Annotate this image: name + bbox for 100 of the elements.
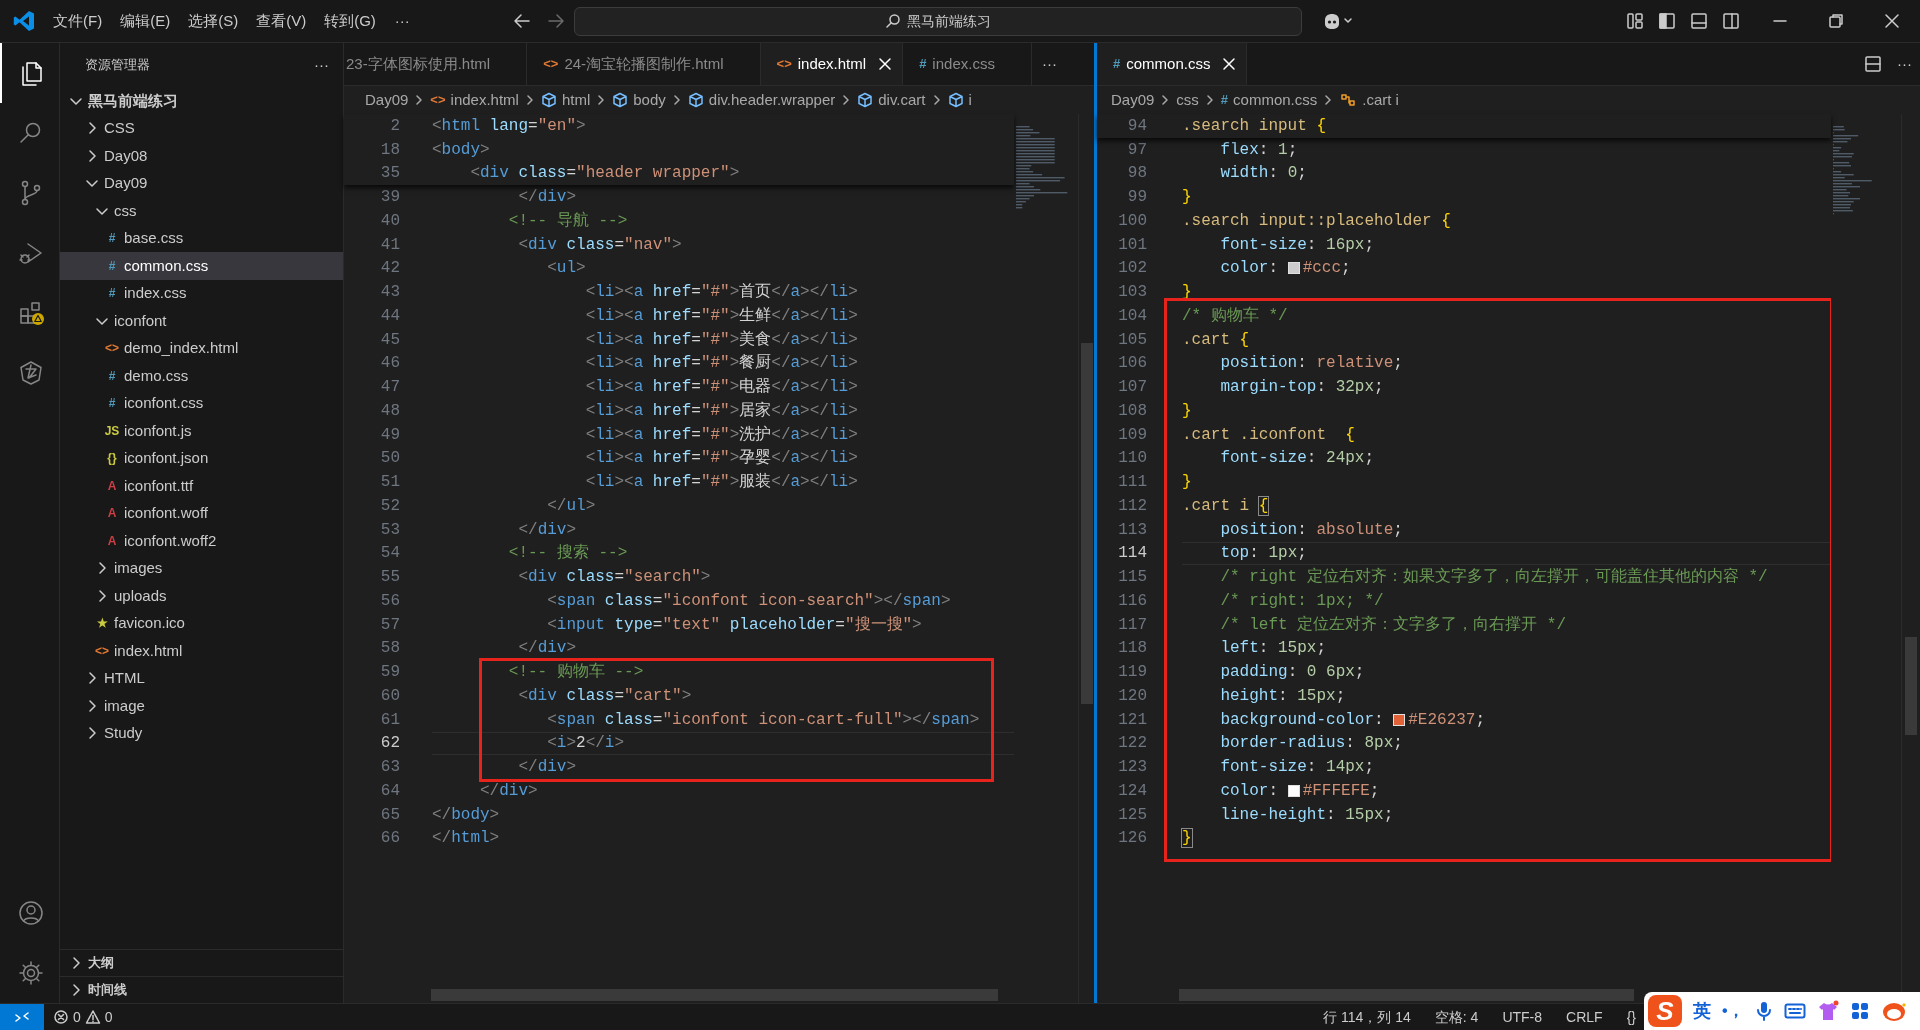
tree-item[interactable]: Day08 (60, 142, 343, 170)
editor-tab[interactable]: <> index.html (760, 43, 904, 85)
code-text: <li><a href="#">孕婴</a></li> (584, 448, 858, 470)
split-editor-icon[interactable] (1863, 54, 1883, 74)
tree-item[interactable]: CSS (60, 114, 343, 142)
tree-item[interactable]: <> index.html (60, 637, 343, 665)
punctuation-button[interactable]: •， (1722, 999, 1744, 1023)
breadcrumb-item[interactable]: Day09 (365, 88, 409, 112)
more-button[interactable]: ··· (1031, 43, 1067, 85)
tree-item[interactable]: # iconfont.css (60, 389, 343, 417)
status-item[interactable]: UTF-8 (1502, 1006, 1543, 1028)
tree-item[interactable]: HTML (60, 664, 343, 692)
tree-item[interactable]: Study (60, 719, 343, 747)
tree-item[interactable]: uploads (60, 582, 343, 610)
breadcrumb-item[interactable]: i (947, 88, 972, 112)
remote-button[interactable] (0, 1004, 44, 1030)
status-item[interactable]: CRLF (1566, 1006, 1603, 1028)
editor-tab[interactable]: <> 24-淘宝轮播图制作.html (527, 43, 761, 85)
tree-item[interactable]: iconfont (60, 307, 343, 335)
breadcrumb-item[interactable]: .cart i (1339, 88, 1399, 112)
tree-item[interactable]: # common.css (60, 252, 343, 280)
line-number: 35 (379, 163, 400, 185)
status-item[interactable]: 空格: 4 (1434, 1006, 1479, 1028)
code-text: } (1182, 400, 1192, 422)
file-type-icon: # (104, 232, 120, 245)
keyboard-icon[interactable] (1783, 1002, 1806, 1020)
tree-item[interactable]: css (60, 197, 343, 225)
maximize-icon (1826, 11, 1846, 31)
forward-arrow-icon[interactable] (545, 11, 566, 31)
tree-item[interactable]: # demo.css (60, 362, 343, 390)
file-type-icon: # (919, 54, 927, 74)
panel-toggle-icon[interactable] (1689, 11, 1709, 31)
tree-item[interactable]: # base.css (60, 224, 343, 252)
color-swatch[interactable] (1287, 262, 1300, 275)
problems-button[interactable]: 0 0 (53, 1006, 113, 1028)
microphone-icon[interactable] (1754, 1000, 1773, 1022)
line-number: 18 (379, 139, 400, 161)
menu-item[interactable]: 编辑(E) (111, 6, 180, 36)
status-item[interactable]: 行 114，列 14 (1323, 1006, 1411, 1028)
tree-item[interactable]: <> demo_index.html (60, 334, 343, 362)
horizontal-scrollbar-thumb[interactable] (431, 989, 998, 1001)
breadcrumb-item[interactable]: Day09 (1111, 88, 1155, 112)
breadcrumb-item[interactable]: div.cart (857, 88, 926, 112)
menu-item[interactable]: 转到(G) (315, 6, 385, 36)
more-button[interactable]: ··· (314, 53, 329, 77)
tree-item[interactable]: A iconfont.ttf (60, 472, 343, 500)
tree-item[interactable]: image (60, 692, 343, 720)
line-number: 98 (1126, 163, 1147, 185)
tree-item[interactable]: ★ favicon.ico (60, 609, 343, 637)
menu-item[interactable]: 查看(V) (247, 6, 316, 36)
line-number: 99 (1126, 187, 1147, 209)
tree-item[interactable]: 黑马前端练习 (60, 87, 343, 115)
ime-logo[interactable]: S (1648, 995, 1682, 1027)
vertical-scrollbar-thumb[interactable] (1905, 637, 1917, 735)
color-swatch[interactable] (1287, 784, 1300, 797)
line-number: 108 (1117, 400, 1147, 422)
breadcrumb-item[interactable]: # common.css (1220, 88, 1318, 112)
tree-item[interactable]: # index.css (60, 279, 343, 307)
code-text: <!-- 搜索 --> (507, 542, 628, 565)
back-arrow-icon[interactable] (511, 11, 532, 31)
editor-tab[interactable]: # index.css (903, 43, 1032, 85)
apps-grid-icon[interactable] (1849, 1001, 1870, 1021)
breadcrumb-item[interactable]: <> index.html (430, 88, 519, 112)
file-type-icon: <> (94, 644, 110, 657)
more-button[interactable]: ··· (1897, 52, 1912, 76)
file-type-icon: <> (430, 90, 446, 110)
editor-tab[interactable]: 23-字体图标使用.html (344, 43, 528, 85)
editor-tab[interactable]: # common.css (1097, 43, 1248, 85)
vertical-scrollbar-thumb[interactable] (1080, 343, 1093, 704)
tree-item[interactable]: A iconfont.woff (60, 499, 343, 527)
code-text: .search input { (1182, 115, 1327, 137)
code-text: /* right: 1px; */ (1219, 590, 1384, 612)
code-text: color: (1219, 258, 1280, 280)
section-header[interactable]: 大纲 (60, 949, 343, 976)
line-number: 112 (1117, 495, 1147, 517)
code-text: #ccc; (1302, 258, 1351, 280)
tree-item[interactable]: A iconfont.woff2 (60, 527, 343, 555)
more-button[interactable]: ··· (384, 6, 420, 36)
tree-item[interactable]: JS iconfont.js (60, 417, 343, 445)
menu-item[interactable]: 文件(F) (44, 6, 112, 36)
layout-icon[interactable] (1625, 11, 1645, 31)
search-field[interactable]: 黑马前端练习 (573, 6, 1302, 36)
sidebar-toggle-icon[interactable] (1657, 11, 1677, 31)
tree-item[interactable]: images (60, 554, 343, 582)
status-item[interactable]: {} (1626, 1006, 1636, 1028)
breadcrumb-item[interactable]: body (612, 88, 666, 112)
cube-icon (540, 92, 557, 108)
menu-item[interactable]: 选择(S) (179, 6, 248, 36)
horizontal-scrollbar-thumb[interactable] (1179, 989, 1634, 1001)
tree-item[interactable]: Day09 (60, 169, 343, 197)
breadcrumb-item[interactable]: css (1176, 88, 1199, 112)
color-swatch[interactable] (1393, 713, 1406, 726)
line-number: 62 (379, 733, 400, 755)
breadcrumb-item[interactable]: html (540, 88, 591, 112)
breadcrumb-item[interactable]: div.header.wrapper (687, 88, 836, 112)
line-number: 54 (379, 543, 400, 565)
code-text: <li><a href="#">服装</a></li> (584, 472, 858, 494)
tree-item[interactable]: {} iconfont.json (60, 444, 343, 472)
input-mode-button[interactable]: 英 (1693, 997, 1711, 1025)
secondary-sidebar-icon[interactable] (1721, 11, 1741, 31)
